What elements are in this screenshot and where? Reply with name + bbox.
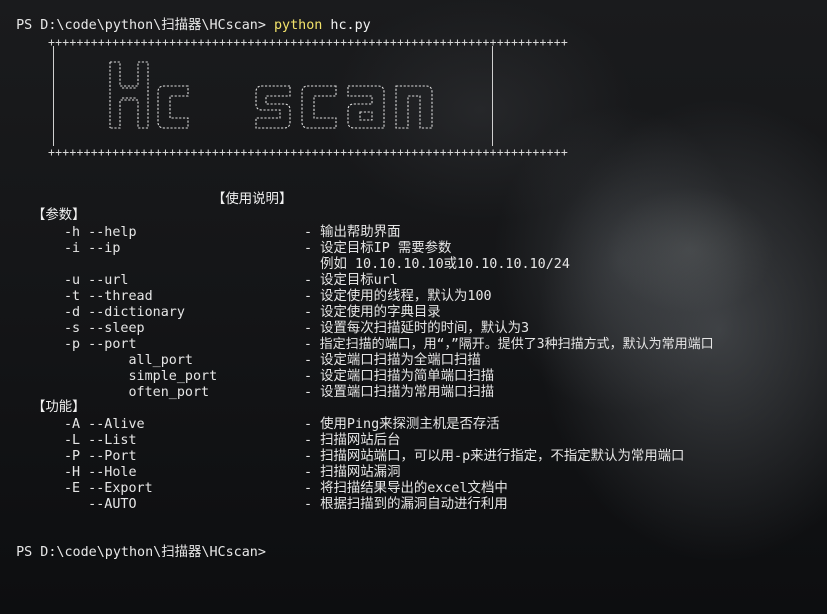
func-option: --AUTO bbox=[64, 497, 137, 512]
func-description: - 根据扫描到的漏洞自动进行利用 bbox=[304, 497, 508, 512]
param-description: - 输出帮助界面 bbox=[304, 225, 401, 240]
param-option: -i --ip bbox=[64, 241, 121, 256]
prompt-line[interactable]: PS D:\code\python\扫描器\HCscan> bbox=[0, 529, 266, 560]
param-option: -t --thread bbox=[64, 289, 153, 304]
param-option: -s --sleep bbox=[64, 321, 145, 336]
func-option: -H --Hole bbox=[64, 465, 137, 480]
banner-logo-art bbox=[109, 61, 433, 129]
func-option: -E --Export bbox=[64, 481, 153, 496]
param-option: all_port bbox=[64, 353, 193, 368]
prompt: PS D:\code\python\扫描器\HCscan> bbox=[16, 545, 266, 560]
func-option: -P --Port bbox=[64, 449, 137, 464]
func-heading: 【功能】 bbox=[32, 400, 86, 415]
func-option: -L --List bbox=[64, 433, 137, 448]
func-description: - 使用Ping来探测主机是否存活 bbox=[304, 417, 500, 432]
func-description: - 扫描网站后台 bbox=[304, 433, 401, 448]
param-description: - 设定目标url bbox=[304, 273, 398, 288]
banner-right-border bbox=[492, 46, 493, 146]
param-description: - 设定使用的线程，默认为100 bbox=[304, 289, 492, 304]
param-option: -p --port bbox=[64, 337, 137, 352]
param-option: -u --url bbox=[64, 273, 129, 288]
banner-top-border: ++++++++++++++++++++++++++++++++++++++++… bbox=[48, 35, 569, 49]
help-title: 【使用说明】 bbox=[212, 192, 293, 207]
banner-bottom-border: ++++++++++++++++++++++++++++++++++++++++… bbox=[48, 145, 569, 159]
command-name: python bbox=[273, 18, 323, 33]
command-line[interactable]: PS D:\code\python\扫描器\HCscan> python hc.… bbox=[0, 2, 371, 33]
params-heading: 【参数】 bbox=[32, 208, 86, 223]
param-description: 例如 10.10.10.10或10.10.10.10/24 bbox=[304, 257, 570, 272]
banner-logo bbox=[100, 56, 460, 140]
command-arg: hc.py bbox=[330, 18, 371, 33]
param-description: - 设定使用的字典目录 bbox=[304, 305, 441, 320]
param-option: often_port bbox=[64, 385, 210, 400]
param-description: - 设定端口扫描为简单端口扫描 bbox=[304, 369, 495, 384]
param-description: - 指定扫描的端口，用“，”隔开。提供了3种扫描方式，默认为常用端口 bbox=[304, 337, 714, 352]
func-description: - 将扫描结果导出的excel文档中 bbox=[304, 481, 508, 496]
param-option: -h --help bbox=[64, 225, 137, 240]
param-option: simple_port bbox=[64, 369, 218, 384]
func-description: - 扫描网站端口，可以用-p来进行指定，不指定默认为常用端口 bbox=[304, 449, 685, 464]
banner-left-border bbox=[53, 46, 54, 146]
prompt: PS D:\code\python\扫描器\HCscan> bbox=[16, 18, 266, 33]
func-option: -A --Alive bbox=[64, 417, 145, 432]
func-description: - 扫描网站漏洞 bbox=[304, 465, 401, 480]
param-description: - 设置端口扫描为常用端口扫描 bbox=[304, 385, 495, 400]
param-description: - 设置每次扫描延时的时间，默认为3 bbox=[304, 321, 530, 336]
param-description: - 设定目标IP 需要参数 bbox=[304, 241, 452, 256]
param-option: -d --dictionary bbox=[64, 305, 185, 320]
param-description: - 设定端口扫描为全端口扫描 bbox=[304, 353, 481, 368]
